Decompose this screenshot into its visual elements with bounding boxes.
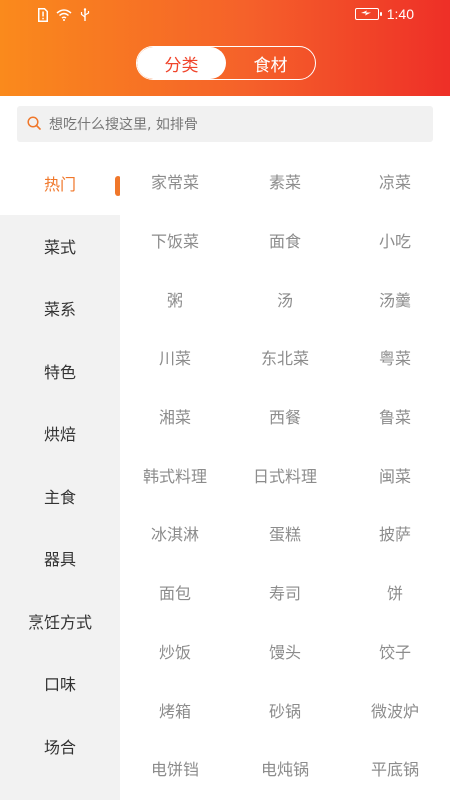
grid-item[interactable]: 饺子 — [340, 622, 450, 681]
sidebar-item-hot[interactable]: 热门 — [0, 152, 120, 215]
grid-item[interactable]: 粥 — [120, 269, 230, 328]
grid-item[interactable]: 披萨 — [340, 504, 450, 563]
sidebar-item-specialty[interactable]: 特色 — [0, 340, 120, 403]
sidebar-item-staple[interactable]: 主食 — [0, 465, 120, 528]
search-bar-container: 想吃什么搜这里, 如排骨 — [0, 96, 450, 152]
status-bar: 1:40 — [0, 0, 450, 32]
sidebar-item-occasion[interactable]: 场合 — [0, 715, 120, 778]
sidebar-item-people[interactable]: 人群 — [0, 777, 120, 800]
grid-item[interactable]: 平底锅 — [340, 739, 450, 798]
grid-item[interactable]: 下饭菜 — [120, 211, 230, 270]
category-grid: 家常菜 素菜 凉菜 下饭菜 面食 小吃 粥 汤 汤羹 川菜 东北菜 粤菜 湘菜 … — [120, 152, 450, 798]
grid-item[interactable]: 寿司 — [230, 563, 340, 622]
grid-item[interactable]: 馒头 — [230, 622, 340, 681]
sidebar-item-utensils[interactable]: 器具 — [0, 527, 120, 590]
status-icons-left — [38, 8, 90, 22]
grid-item[interactable]: 鲁菜 — [340, 387, 450, 446]
category-tab-switch: 分类 食材 — [136, 46, 316, 80]
category-sidebar: 热门 菜式 菜系 特色 烘焙 主食 器具 烹饪方式 口味 场合 人群 — [0, 152, 120, 800]
grid-item[interactable]: 饼 — [340, 563, 450, 622]
search-icon — [27, 115, 41, 134]
status-icons-right: 1:40 — [354, 6, 414, 22]
grid-item[interactable]: 电炖锅 — [230, 739, 340, 798]
tab-category[interactable]: 分类 — [137, 47, 226, 79]
grid-item[interactable]: 小吃 — [340, 211, 450, 270]
grid-item[interactable]: 面食 — [230, 211, 340, 270]
grid-item[interactable]: 汤 — [230, 269, 340, 328]
grid-item[interactable]: 闽菜 — [340, 445, 450, 504]
grid-item[interactable]: 面包 — [120, 563, 230, 622]
grid-item[interactable]: 川菜 — [120, 328, 230, 387]
grid-item[interactable]: 湘菜 — [120, 387, 230, 446]
header: 1:40 分类 食材 — [0, 0, 450, 96]
grid-item[interactable]: 烤箱 — [120, 680, 230, 739]
usb-icon — [80, 8, 90, 22]
battery-charging-icon — [354, 8, 382, 20]
search-input[interactable]: 想吃什么搜这里, 如排骨 — [17, 106, 433, 142]
grid-item[interactable]: 微波炉 — [340, 680, 450, 739]
sim-alert-icon — [38, 8, 48, 22]
grid-item[interactable]: 家常菜 — [120, 152, 230, 211]
grid-item[interactable]: 电饼铛 — [120, 739, 230, 798]
grid-item[interactable]: 炒饭 — [120, 622, 230, 681]
grid-item[interactable]: 汤羹 — [340, 269, 450, 328]
grid-item[interactable]: 蛋糕 — [230, 504, 340, 563]
sidebar-item-dish-style[interactable]: 菜式 — [0, 215, 120, 278]
grid-item[interactable]: 韩式料理 — [120, 445, 230, 504]
grid-item[interactable]: 冰淇淋 — [120, 504, 230, 563]
search-placeholder: 想吃什么搜这里, 如排骨 — [49, 117, 198, 133]
grid-item[interactable]: 素菜 — [230, 152, 340, 211]
sidebar-item-flavor[interactable]: 口味 — [0, 652, 120, 715]
status-time: 1:40 — [386, 6, 414, 22]
grid-item[interactable]: 日式料理 — [230, 445, 340, 504]
sidebar-item-cooking-method[interactable]: 烹饪方式 — [0, 590, 120, 653]
grid-item[interactable]: 粤菜 — [340, 328, 450, 387]
grid-item[interactable]: 东北菜 — [230, 328, 340, 387]
wifi-icon — [56, 9, 72, 21]
grid-item[interactable]: 砂锅 — [230, 680, 340, 739]
sidebar-item-baking[interactable]: 烘焙 — [0, 402, 120, 465]
sidebar-item-cuisine[interactable]: 菜系 — [0, 277, 120, 340]
grid-item[interactable]: 西餐 — [230, 387, 340, 446]
category-grid-panel: 家常菜 素菜 凉菜 下饭菜 面食 小吃 粥 汤 汤羹 川菜 东北菜 粤菜 湘菜 … — [120, 152, 450, 800]
grid-item[interactable]: 凉菜 — [340, 152, 450, 211]
tab-ingredients[interactable]: 食材 — [226, 47, 315, 79]
